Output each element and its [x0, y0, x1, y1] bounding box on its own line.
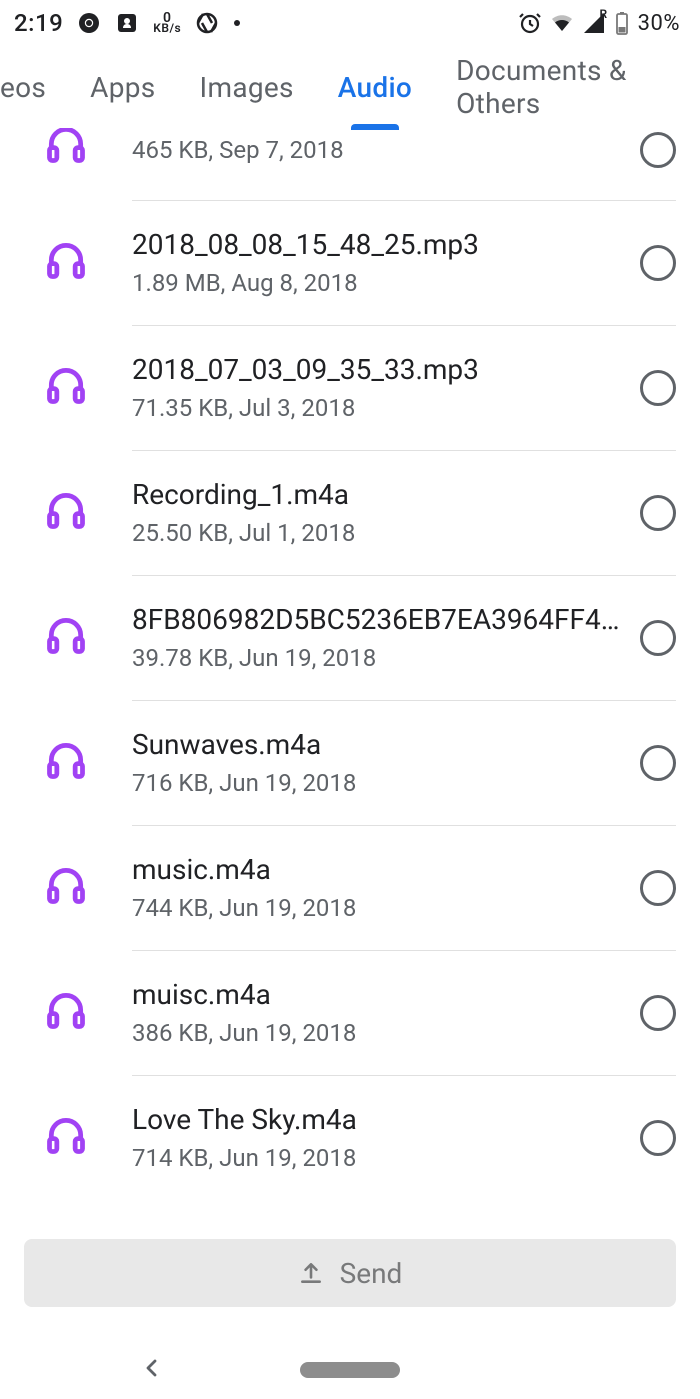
file-meta: 716 KB, Jun 19, 2018 [132, 769, 620, 797]
file-meta: 744 KB, Jun 19, 2018 [132, 894, 620, 922]
list-item[interactable]: Sunwaves.m4a 716 KB, Jun 19, 2018 [0, 700, 700, 825]
status-time: 2:19 [14, 9, 63, 37]
upload-icon [298, 1260, 324, 1286]
headphones-icon [38, 482, 94, 538]
send-label: Send [340, 1257, 403, 1290]
list-item[interactable]: muisc.m4a 386 KB, Jun 19, 2018 [0, 950, 700, 1075]
select-radio[interactable] [640, 745, 676, 781]
file-name: muisc.m4a [132, 978, 620, 1011]
select-radio[interactable] [640, 870, 676, 906]
send-button[interactable]: Send [24, 1239, 676, 1307]
select-radio[interactable] [640, 132, 676, 168]
battery-icon [614, 11, 630, 35]
tab-audio[interactable]: Audio [316, 46, 434, 128]
file-meta: 39.78 KB, Jun 19, 2018 [132, 644, 620, 672]
file-name: music.m4a [132, 853, 620, 886]
select-radio[interactable] [640, 995, 676, 1031]
status-bar: 2:19 0 KB/s R 30% [0, 0, 700, 46]
category-tabs: eos Apps Images Audio Documents & Others [0, 46, 700, 128]
dot-icon [233, 11, 241, 35]
file-name: 2018_07_03_09_35_33.mp3 [132, 353, 620, 386]
headphones-icon [38, 982, 94, 1038]
file-name: Sunwaves.m4a [132, 728, 620, 761]
tab-documents[interactable]: Documents & Others [434, 46, 700, 128]
file-list[interactable]: 465 KB, Sep 7, 2018 2018_08_08_15_48_25.… [0, 128, 700, 1239]
headphones-icon [38, 128, 94, 172]
headphones-icon [38, 357, 94, 413]
file-meta: 465 KB, Sep 7, 2018 [132, 136, 620, 164]
netspeed-indicator: 0 KB/s [153, 11, 181, 35]
maps-icon [115, 11, 139, 35]
tab-videos[interactable]: eos [0, 46, 68, 128]
headphones-icon [38, 1107, 94, 1163]
list-item[interactable]: Love The Sky.m4a 714 KB, Jun 19, 2018 [0, 1075, 700, 1200]
file-meta: 714 KB, Jun 19, 2018 [132, 1144, 620, 1172]
file-meta: 25.50 KB, Jul 1, 2018 [132, 519, 620, 547]
list-item[interactable]: Recording_1.m4a 25.50 KB, Jul 1, 2018 [0, 450, 700, 575]
file-name: Love The Sky.m4a [132, 1103, 620, 1136]
select-radio[interactable] [640, 370, 676, 406]
home-handle[interactable] [300, 1362, 400, 1378]
select-radio[interactable] [640, 620, 676, 656]
list-item[interactable]: 8FB806982D5BC5236EB7EA3964FF4... 39.78 K… [0, 575, 700, 700]
select-radio[interactable] [640, 245, 676, 281]
headphones-icon [38, 232, 94, 288]
headphones-icon [38, 857, 94, 913]
tab-images[interactable]: Images [178, 46, 316, 128]
chrome-icon [77, 11, 101, 35]
select-radio[interactable] [640, 1120, 676, 1156]
aperture-icon [195, 11, 219, 35]
tab-apps[interactable]: Apps [68, 46, 177, 128]
file-meta: 386 KB, Jun 19, 2018 [132, 1019, 620, 1047]
signal-icon: R [582, 11, 606, 35]
headphones-icon [38, 732, 94, 788]
alarm-icon [518, 11, 542, 35]
headphones-icon [38, 607, 94, 663]
list-item[interactable]: 465 KB, Sep 7, 2018 [0, 128, 700, 200]
wifi-icon [550, 11, 574, 35]
list-item[interactable]: 2018_07_03_09_35_33.mp3 71.35 KB, Jul 3,… [0, 325, 700, 450]
list-item[interactable]: music.m4a 744 KB, Jun 19, 2018 [0, 825, 700, 950]
file-meta: 1.89 MB, Aug 8, 2018 [132, 269, 620, 297]
file-name: 2018_08_08_15_48_25.mp3 [132, 228, 620, 261]
select-radio[interactable] [640, 495, 676, 531]
battery-percentage: 30% [638, 11, 680, 36]
back-button[interactable] [140, 1356, 164, 1384]
list-item[interactable]: 2018_08_08_15_48_25.mp3 1.89 MB, Aug 8, … [0, 200, 700, 325]
file-name: 8FB806982D5BC5236EB7EA3964FF4... [132, 603, 620, 636]
file-name: Recording_1.m4a [132, 478, 620, 511]
file-meta: 71.35 KB, Jul 3, 2018 [132, 394, 620, 422]
nav-bar [0, 1341, 700, 1399]
